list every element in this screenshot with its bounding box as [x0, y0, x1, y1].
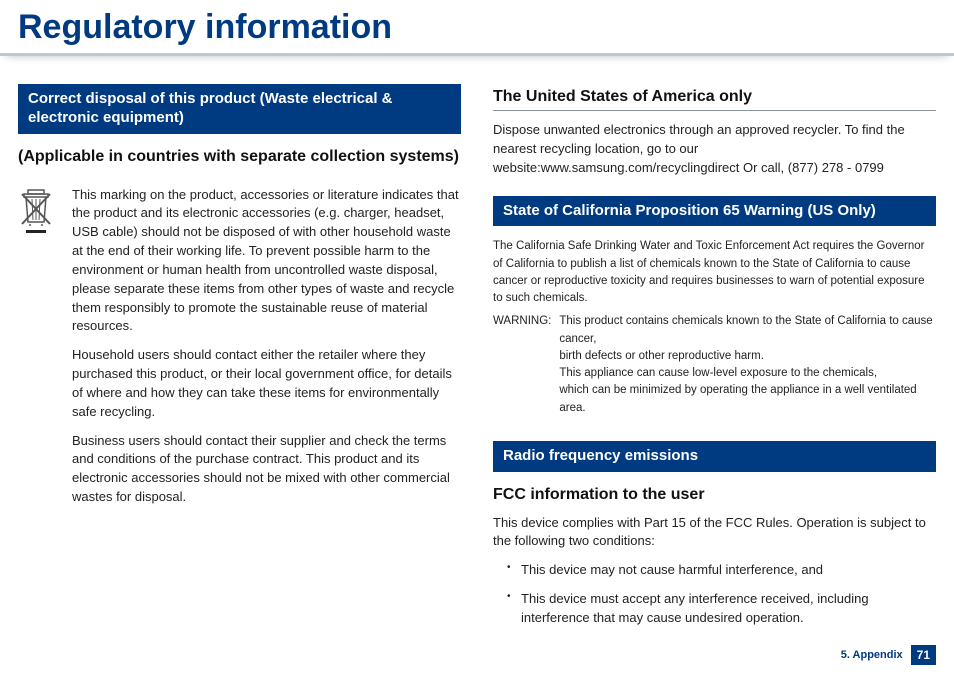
warn-line-3: This appliance can cause low-level expos…	[559, 365, 936, 382]
disposal-text: This marking on the product, accessories…	[72, 186, 461, 518]
warning-lines: This product contains chemicals known to…	[559, 313, 936, 417]
section-california-heading: State of California Proposition 65 Warni…	[493, 196, 936, 227]
page-number: 71	[911, 645, 936, 665]
usa-heading: The United States of America only	[493, 88, 936, 111]
disposal-block: This marking on the product, accessories…	[18, 186, 461, 518]
fcc-bullet-1: This device may not cause harmful interf…	[507, 561, 936, 580]
california-warning: WARNING: This product contains chemicals…	[493, 313, 936, 417]
disposal-p1: This marking on the product, accessories…	[72, 186, 461, 337]
content-columns: Correct disposal of this product (Waste …	[0, 74, 954, 638]
section-disposal-heading: Correct disposal of this product (Waste …	[18, 84, 461, 134]
subheading-applicable: (Applicable in countries with separate c…	[18, 148, 461, 166]
footer-chapter: 5. Appendix	[841, 649, 903, 661]
usa-text: Dispose unwanted electronics through an …	[493, 121, 936, 178]
section-rf-heading: Radio frequency emissions	[493, 441, 936, 472]
california-p1: The California Safe Drinking Water and T…	[493, 238, 936, 307]
warning-label: WARNING:	[493, 313, 551, 417]
right-column: The United States of America only Dispos…	[493, 74, 936, 638]
disposal-p3: Business users should contact their supp…	[72, 432, 461, 507]
fcc-bullet-2: This device must accept any interference…	[507, 590, 936, 628]
warn-line-1: This product contains chemicals known to…	[559, 313, 936, 348]
warn-line-2: birth defects or other reproductive harm…	[559, 348, 936, 365]
page-footer: 5. Appendix 71	[841, 645, 936, 665]
warn-line-4: which can be minimized by operating the …	[559, 382, 936, 417]
fcc-intro: This device complies with Part 15 of the…	[493, 514, 936, 552]
left-column: Correct disposal of this product (Waste …	[18, 74, 461, 638]
fcc-bullets: This device may not cause harmful interf…	[493, 561, 936, 628]
page-title: Regulatory information	[0, 0, 954, 56]
disposal-p2: Household users should contact either th…	[72, 346, 461, 421]
weee-bin-icon	[18, 186, 58, 518]
fcc-heading: FCC information to the user	[493, 486, 936, 504]
